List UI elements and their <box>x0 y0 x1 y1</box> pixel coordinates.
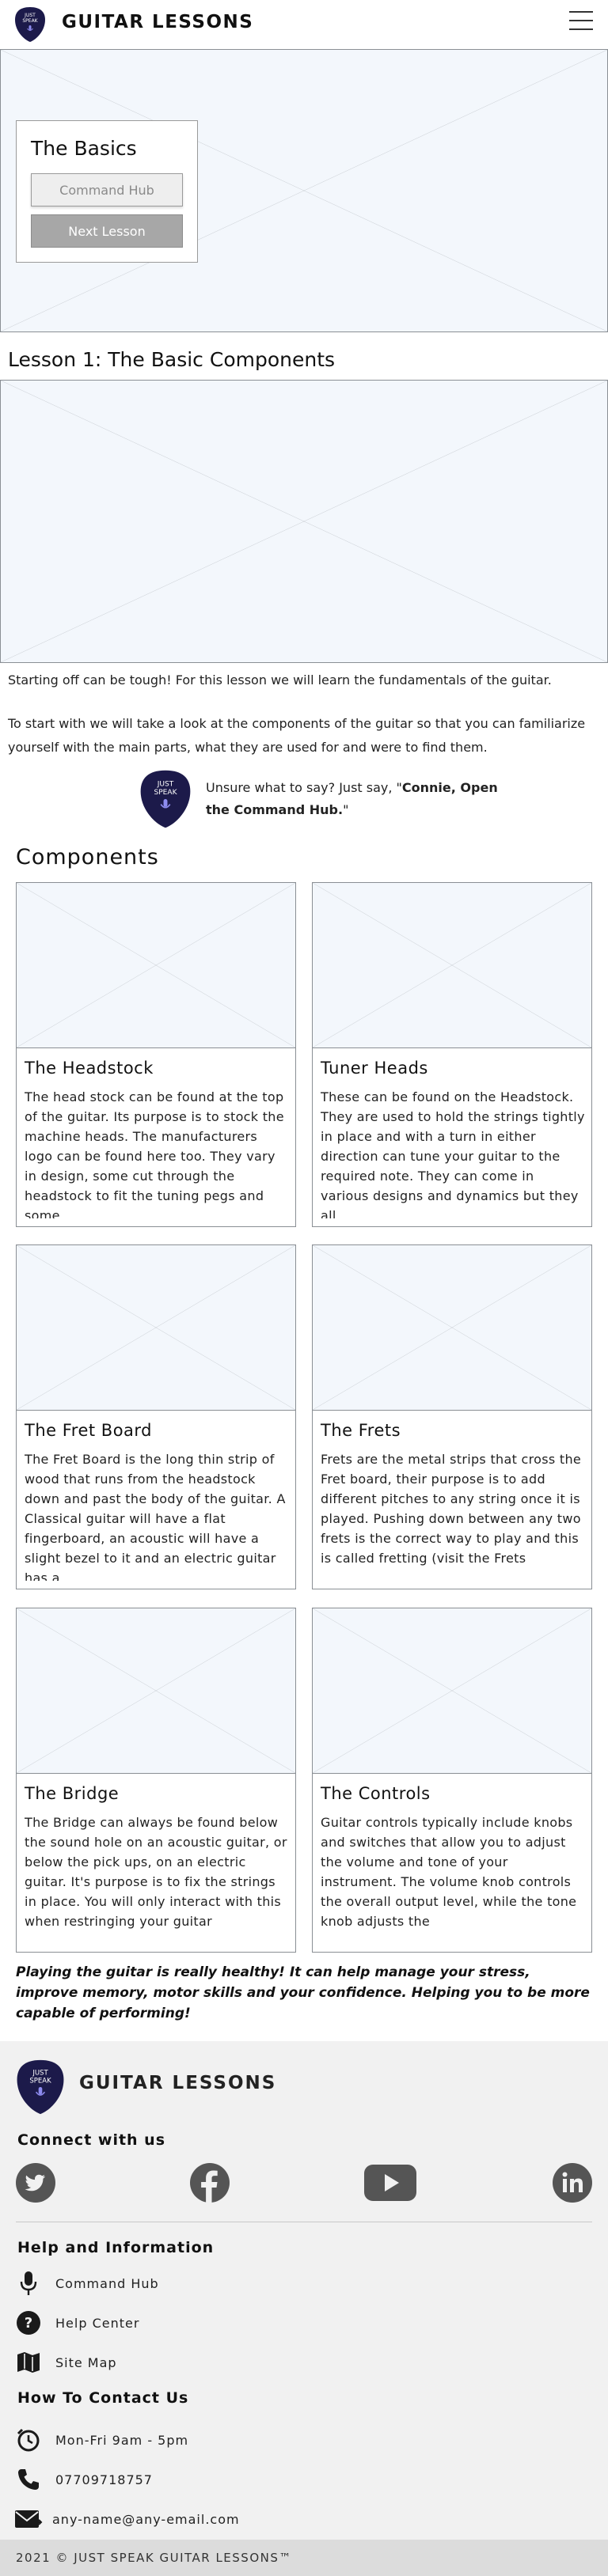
card-body: Frets are the metal strips that cross th… <box>321 1452 582 1566</box>
card-title: The Frets <box>321 1421 401 1440</box>
contact-hours-text: Mon-Fri 9am - 5pm <box>55 2433 189 2448</box>
phone-icon <box>14 2465 43 2494</box>
component-card[interactable]: The Controls Guitar controls typically i… <box>312 1608 592 1953</box>
card-body: Guitar controls typically include knobs … <box>321 1815 577 1929</box>
footer-link-help-center[interactable]: ? Help Center <box>14 2309 489 2337</box>
contact-hours: Mon-Fri 9am - 5pm <box>14 2426 489 2454</box>
component-card[interactable]: The Headstock The head stock can be foun… <box>16 882 296 1227</box>
site-title[interactable]: GUITAR LESSONS <box>62 12 253 32</box>
component-card[interactable]: Tuner Heads These can be found on the He… <box>312 882 592 1227</box>
footer-link-label: Command Hub <box>55 2276 159 2291</box>
contact-phone-text: 07709718757 <box>55 2472 153 2487</box>
site-footer: JUST SPEAK GUITAR LESSONS Connect with u… <box>0 2041 608 2540</box>
youtube-icon[interactable] <box>364 2163 416 2203</box>
facebook-icon[interactable] <box>190 2163 230 2203</box>
svg-text:SPEAK: SPEAK <box>22 18 38 24</box>
contact-email[interactable]: any-name@any-email.com <box>14 2505 489 2533</box>
component-card[interactable]: The Fret Board The Fret Board is the lon… <box>16 1244 296 1589</box>
contact-email-text: any-name@any-email.com <box>52 2512 240 2527</box>
svg-text:SPEAK: SPEAK <box>29 2078 51 2085</box>
twitter-icon[interactable] <box>16 2163 55 2203</box>
card-image-placeholder <box>312 1244 592 1411</box>
card-image-placeholder <box>16 882 296 1048</box>
footer-link-site-map[interactable]: Site Map <box>14 2348 489 2377</box>
card-title: The Fret Board <box>25 1421 153 1440</box>
card-title: The Bridge <box>25 1784 120 1803</box>
card-image-placeholder <box>312 1608 592 1774</box>
site-header: JUST SPEAK GUITAR LESSONS <box>0 0 608 49</box>
card-image-placeholder <box>16 1608 296 1774</box>
clock-icon <box>14 2426 43 2454</box>
card-image-placeholder <box>312 882 592 1048</box>
card-body: These can be found on the Headstock. The… <box>321 1089 585 1218</box>
just-speak-logo-footer[interactable]: JUST SPEAK <box>16 2059 65 2116</box>
components-heading: Components <box>16 845 159 869</box>
contact-heading: How To Contact Us <box>17 2389 189 2407</box>
component-card[interactable]: The Bridge The Bridge can always be foun… <box>16 1608 296 1953</box>
command-hub-button[interactable]: Command Hub <box>31 173 183 206</box>
copyright-bar: 2021 © JUST SPEAK GUITAR LESSONS™ <box>0 2540 608 2576</box>
svg-text:JUST: JUST <box>24 13 36 18</box>
email-icon <box>14 2505 43 2533</box>
linkedin-icon[interactable] <box>553 2163 592 2203</box>
component-card[interactable]: The Frets Frets are the metal strips tha… <box>312 1244 592 1589</box>
lesson-title: Lesson 1: The Basic Components <box>8 348 336 371</box>
voice-tip: Unsure what to say? Just say, "Connie, O… <box>206 780 498 817</box>
basics-card-title: The Basics <box>31 137 137 160</box>
contact-phone[interactable]: 07709718757 <box>14 2465 489 2494</box>
help-question-icon: ? <box>14 2309 43 2337</box>
hamburger-menu-icon[interactable] <box>569 11 593 35</box>
svg-text:JUST: JUST <box>157 781 174 789</box>
footer-brand: GUITAR LESSONS <box>79 2073 277 2093</box>
footer-link-command-hub[interactable]: Command Hub <box>14 2269 489 2298</box>
card-body: The Bridge can always be found below the… <box>25 1815 287 1929</box>
help-heading: Help and Information <box>17 2239 215 2256</box>
svg-text:?: ? <box>25 2315 32 2332</box>
card-title: Tuner Heads <box>321 1059 428 1078</box>
connect-heading: Connect with us <box>17 2131 166 2149</box>
svg-text:JUST: JUST <box>32 2070 48 2078</box>
lesson-image-placeholder <box>0 380 608 663</box>
card-body: The Fret Board is the long thin strip of… <box>25 1452 286 1581</box>
lesson-intro: Starting off can be tough! For this less… <box>8 672 552 688</box>
just-speak-logo-small: JUST SPEAK <box>140 770 191 828</box>
lesson-detail: To start with we will take a look at the… <box>8 716 586 755</box>
footer-link-label: Site Map <box>55 2355 117 2370</box>
health-note: Playing the guitar is really healthy! It… <box>16 1964 590 2021</box>
map-icon <box>14 2348 43 2377</box>
next-lesson-button[interactable]: Next Lesson <box>31 214 183 248</box>
card-body: The head stock can be found at the top o… <box>25 1089 284 1218</box>
microphone-icon <box>14 2269 43 2298</box>
footer-link-label: Help Center <box>55 2316 140 2331</box>
just-speak-logo[interactable]: JUST SPEAK <box>14 6 46 43</box>
card-title: The Headstock <box>25 1059 154 1078</box>
card-title: The Controls <box>321 1784 431 1803</box>
basics-card: The Basics Command Hub Next Lesson <box>16 120 198 263</box>
svg-text:SPEAK: SPEAK <box>154 789 177 797</box>
card-image-placeholder <box>16 1244 296 1411</box>
